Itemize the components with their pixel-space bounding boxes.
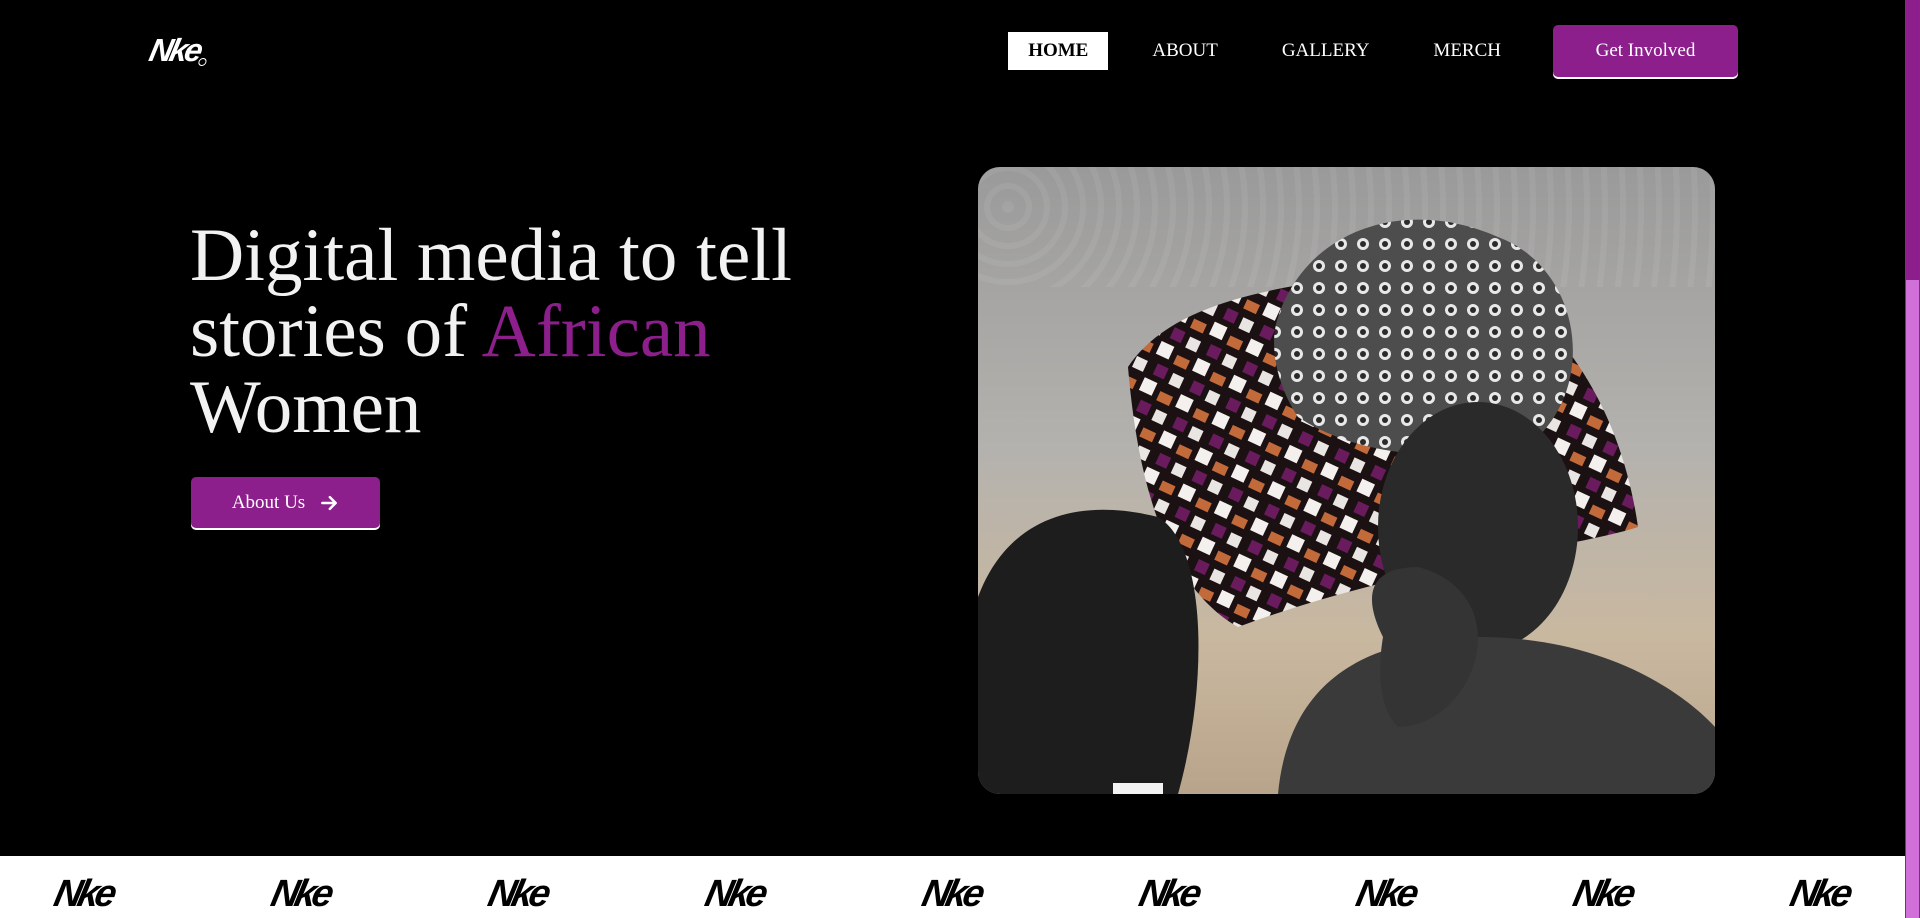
nav-gallery[interactable]: GALLERY xyxy=(1262,32,1390,70)
hero-title-part2: Women xyxy=(190,366,422,449)
get-involved-button[interactable]: Get Involved xyxy=(1553,25,1738,77)
marquee-logo: Nke xyxy=(1352,872,1419,915)
logo-mark-icon xyxy=(197,58,208,66)
scrollbar-track-upper xyxy=(1906,0,1919,280)
about-us-label: About Us xyxy=(231,491,306,513)
about-us-button[interactable]: About Us xyxy=(191,477,380,528)
nav-home[interactable]: HOME xyxy=(1008,32,1109,70)
page-scrollbar[interactable] xyxy=(1905,0,1920,918)
arrow-right-icon xyxy=(321,495,338,510)
nav-merch[interactable]: MERCH xyxy=(1413,32,1521,70)
marquee-logo: Nke xyxy=(1569,872,1636,915)
nav-about[interactable]: ABOUT xyxy=(1132,32,1237,70)
marquee-logo: Nke xyxy=(918,872,985,915)
marquee-logo: Nke xyxy=(267,872,334,915)
brand-logo[interactable]: Nke xyxy=(146,32,213,68)
marquee-logo: Nke xyxy=(50,872,117,915)
marquee-logo: Nke xyxy=(1135,872,1202,915)
hero-title-accent: African xyxy=(481,290,711,373)
hero-illustration xyxy=(978,219,1715,794)
hero-title: Digital media to tell stories of African… xyxy=(190,218,810,446)
marquee-logo: Nke xyxy=(484,872,551,915)
hero-image xyxy=(978,167,1715,794)
marquee-logo: Nke xyxy=(1786,872,1853,915)
marquee-logo: Nke xyxy=(701,872,768,915)
main-nav: HOME ABOUT GALLERY MERCH Get Involved xyxy=(996,25,1738,77)
logo-marquee: Nke Nke Nke Nke Nke Nke Nke Nke Nke xyxy=(0,856,1905,918)
scrollbar-thumb[interactable] xyxy=(1906,280,1919,918)
